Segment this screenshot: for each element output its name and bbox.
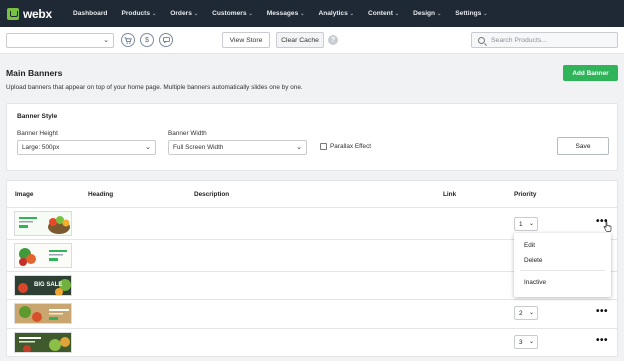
- search-icon: [478, 36, 485, 44]
- brand-name: webx: [23, 6, 52, 21]
- more-actions-icon[interactable]: •••: [596, 307, 608, 317]
- store-select[interactable]: ⌄: [6, 33, 114, 48]
- nav-orders[interactable]: Orders ⌄: [170, 10, 198, 17]
- more-actions-icon[interactable]: •••: [596, 336, 608, 346]
- row-actions-menu: Edit Delete Inactive: [514, 233, 611, 297]
- banner-width-select[interactable]: Full Screen Width ⌄: [168, 140, 307, 155]
- clear-cache-button[interactable]: Clear Cache: [276, 32, 324, 48]
- banner-style-card: Banner Style Banner Height Large: 500px …: [6, 103, 618, 171]
- banner-thumbnail[interactable]: [14, 211, 72, 236]
- banner-thumbnail[interactable]: BIG SALE: [14, 275, 72, 296]
- nav-content[interactable]: Content ⌄: [368, 10, 399, 17]
- chevron-down-icon: ⌄: [103, 37, 109, 44]
- priority-select[interactable]: 2 ⌄: [514, 306, 538, 320]
- banner-style-title: Banner Style: [17, 113, 58, 120]
- column-header-priority: Priority: [514, 191, 537, 198]
- cart-icon[interactable]: [121, 33, 135, 47]
- nav-products[interactable]: Products ⌄: [121, 10, 156, 17]
- priority-select[interactable]: 1 ⌄: [514, 217, 538, 231]
- banner-thumbnail[interactable]: [14, 243, 72, 268]
- page-title: Main Banners: [6, 68, 63, 78]
- menu-item-inactive[interactable]: Inactive: [524, 279, 546, 286]
- priority-select[interactable]: 3 ⌄: [514, 335, 538, 349]
- chevron-down-icon: ⌄: [349, 10, 354, 17]
- chevron-down-icon: ⌄: [528, 221, 534, 227]
- nav-analytics[interactable]: Analytics ⌄: [318, 10, 354, 17]
- chevron-down-icon: ⌄: [437, 10, 442, 17]
- chevron-down-icon: ⌄: [528, 339, 534, 345]
- banner-thumbnail[interactable]: [14, 332, 72, 353]
- chevron-down-icon: ⌄: [152, 10, 157, 17]
- chevron-down-icon: ⌄: [528, 310, 534, 316]
- chevron-down-icon: ⌄: [483, 10, 488, 17]
- banner-height-select[interactable]: Large: 500px ⌄: [17, 140, 156, 155]
- dollar-icon[interactable]: $: [140, 33, 154, 47]
- parallax-checkbox[interactable]: [320, 143, 327, 150]
- nav-messages[interactable]: Messages ⌄: [267, 10, 305, 17]
- chevron-down-icon: ⌄: [296, 144, 302, 151]
- chevron-down-icon: ⌄: [145, 144, 151, 151]
- banner-height-label: Banner Height: [17, 130, 58, 137]
- nav-settings[interactable]: Settings ⌄: [455, 10, 487, 17]
- column-header-description: Description: [194, 191, 230, 198]
- nav-design[interactable]: Design ⌄: [413, 10, 441, 17]
- logo[interactable]: webx: [7, 7, 59, 21]
- parallax-label[interactable]: Parallax Effect: [330, 143, 371, 150]
- thumbnail-text: BIG SALE: [34, 282, 63, 288]
- table-row: 2 ⌄ •••: [7, 299, 617, 328]
- search-input[interactable]: [491, 36, 611, 44]
- shopping-bag-icon: [7, 7, 19, 20]
- chat-icon[interactable]: [159, 33, 173, 47]
- view-store-button[interactable]: View Store: [222, 32, 270, 48]
- nav-customers[interactable]: Customers ⌄: [212, 10, 253, 17]
- menu-item-edit[interactable]: Edit: [524, 242, 535, 249]
- toolbar: ⌄ $ View Store Clear Cache ?: [0, 27, 624, 54]
- help-icon[interactable]: ?: [328, 35, 338, 45]
- chevron-down-icon: ⌄: [394, 10, 400, 17]
- column-header-heading: Heading: [88, 191, 114, 198]
- page-subtitle: Upload banners that appear on top of you…: [6, 84, 303, 91]
- banner-width-label: Banner Width: [168, 130, 207, 137]
- banner-thumbnail[interactable]: [14, 303, 72, 324]
- chevron-down-icon: ⌄: [300, 10, 305, 17]
- menu-item-delete[interactable]: Delete: [524, 257, 542, 264]
- chevron-down-icon: ⌄: [193, 10, 199, 17]
- search-box[interactable]: [471, 32, 618, 48]
- top-nav: webx Dashboard Products ⌄ Orders ⌄ Custome…: [0, 0, 624, 27]
- column-header-image: Image: [15, 191, 34, 198]
- save-button[interactable]: Save: [557, 137, 609, 155]
- menu-divider: [520, 270, 605, 271]
- column-header-link: Link: [443, 191, 457, 198]
- table-row: 3 ⌄ •••: [7, 328, 617, 357]
- nav-dashboard[interactable]: Dashboard: [73, 10, 107, 17]
- chevron-down-icon: ⌄: [248, 10, 253, 17]
- add-banner-button[interactable]: Add Banner: [563, 65, 618, 81]
- hand-cursor-icon: [603, 221, 612, 232]
